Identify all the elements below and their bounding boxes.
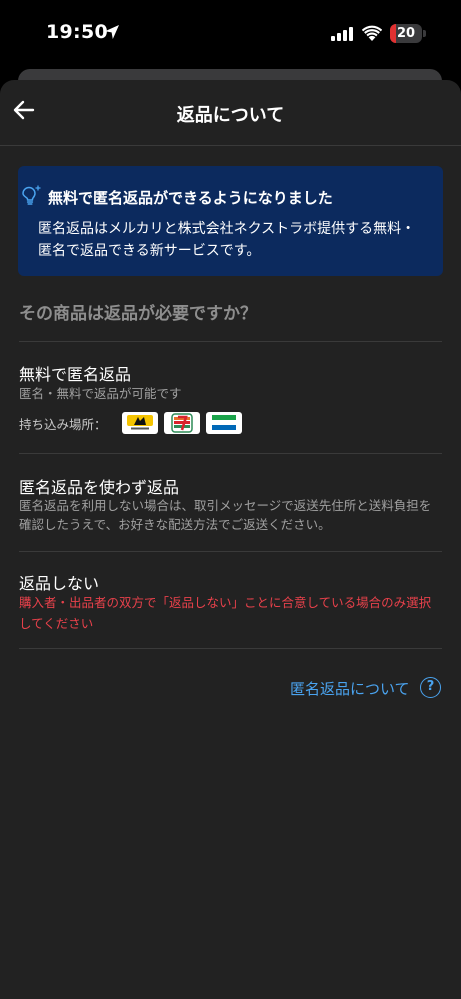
option-title: 匿名返品を使わず返品	[19, 478, 180, 497]
option-title: 返品しない	[19, 574, 100, 593]
yamato-cat-icon	[127, 415, 153, 430]
location-arrow-icon	[105, 25, 119, 39]
status-time: 19:50	[46, 21, 108, 43]
lightbulb-icon	[22, 185, 41, 205]
battery-icon: 20	[390, 24, 422, 43]
section-question: その商品は返品が必要ですか？	[19, 304, 257, 324]
info-body: 匿名返品はメルカリと株式会社ネクストラボ提供する無料・匿名で返品できる新サービス…	[38, 221, 416, 259]
yamato-logo-icon	[122, 412, 158, 434]
option-subtitle: 匿名・無料で返品が可能です	[19, 386, 182, 401]
question-circle-icon[interactable]: ?	[420, 677, 441, 698]
page-title: 返品について	[176, 105, 285, 126]
navigation-bar: 返品について	[0, 80, 461, 146]
cellular-signal-icon	[331, 27, 353, 41]
option-anonymous-return[interactable]: 無料で匿名返品 匿名・無料で返品が可能です 持ち込み場所：	[0, 342, 461, 453]
wifi-icon	[362, 25, 382, 41]
option-return-without-anonymous[interactable]: 匿名返品を使わず返品 匿名返品を利用しない場合は、取引メッセージで返送先住所と送…	[0, 454, 461, 551]
battery-tip	[423, 30, 426, 37]
familymart-logo-icon	[206, 412, 242, 434]
info-title: 無料で匿名返品ができるようになりました	[48, 189, 333, 207]
option-subtitle: 匿名返品を利用しない場合は、取引メッセージで返送先住所と送料負担を確認したうえで…	[19, 498, 432, 532]
option-warning: 購入者・出品者の双方で「返品しない」ことに合意している場合のみ選択してください	[19, 595, 432, 631]
seven-eleven-mark-icon	[171, 413, 193, 433]
battery-level: 20	[396, 26, 416, 41]
option-title: 無料で匿名返品	[19, 365, 132, 384]
divider	[19, 648, 442, 649]
drop-off-label: 持ち込み場所：	[19, 417, 107, 432]
return-sheet: 返品について 無料で匿名返品ができるようになりました 匿名返品はメルカリと株式会…	[0, 80, 461, 999]
option-no-return[interactable]: 返品しない 購入者・出品者の双方で「返品しない」ことに合意している場合のみ選択し…	[0, 552, 461, 648]
familymart-mark-icon	[212, 415, 236, 430]
status-bar: 19:50 20	[0, 0, 461, 70]
help-link[interactable]: 匿名返品について	[290, 678, 410, 699]
seven-eleven-logo-icon	[164, 412, 200, 434]
